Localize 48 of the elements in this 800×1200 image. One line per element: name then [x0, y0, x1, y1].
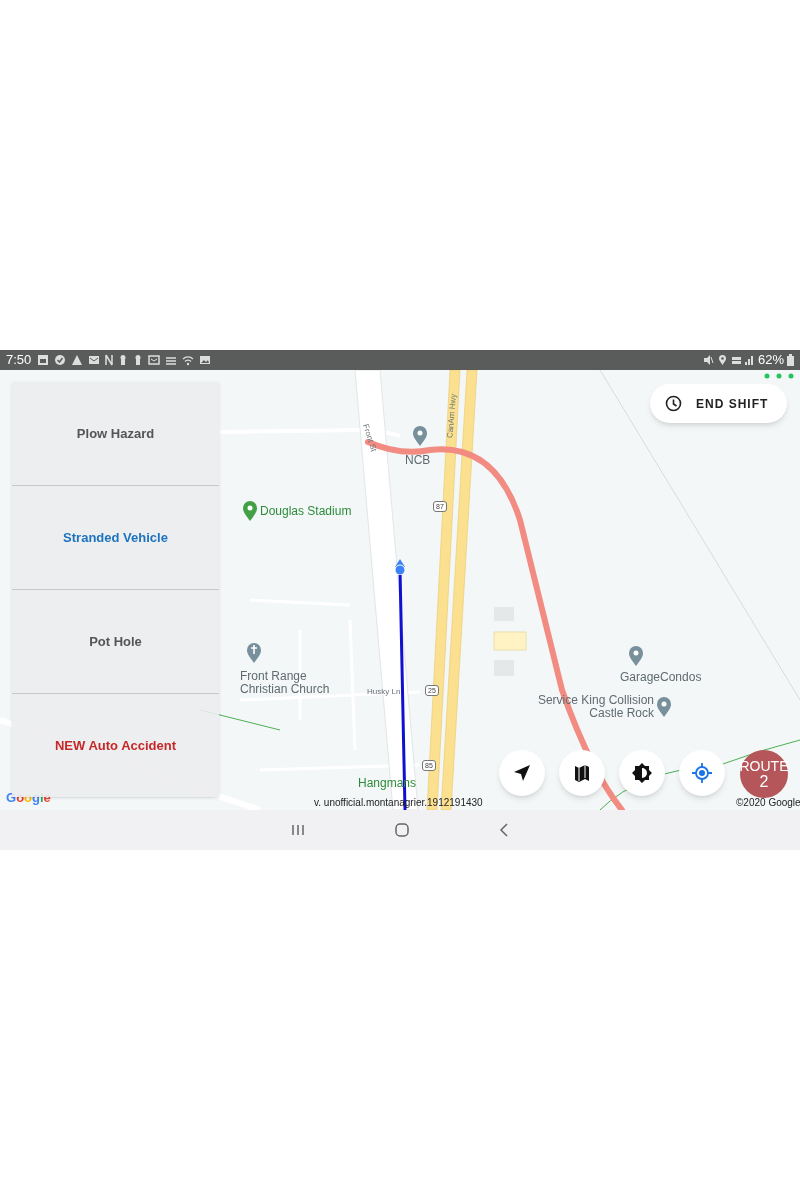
warning-icon — [71, 354, 84, 366]
hazard-button[interactable]: NEW Auto Accident — [12, 693, 219, 797]
pin-icon — [656, 696, 672, 718]
location-pin-icon — [717, 354, 727, 366]
pin-icon — [242, 500, 258, 522]
back-icon[interactable] — [499, 823, 509, 837]
wifi-icon — [182, 354, 195, 366]
battery-percent: 62% — [757, 351, 784, 370]
road-label: Front St — [360, 422, 380, 454]
battery-icon — [787, 354, 794, 366]
my-location-icon — [692, 763, 712, 783]
recent-apps-icon[interactable] — [291, 824, 305, 836]
route-button[interactable]: ROUTE 2 — [740, 750, 788, 798]
hazard-button[interactable]: Stranded Vehicle — [12, 485, 219, 589]
map-copyright: ©2020 Google — [736, 797, 800, 808]
hazard-button[interactable]: Pot Hole — [12, 589, 219, 693]
brightness-icon — [632, 763, 652, 783]
clock-icon — [665, 395, 682, 412]
map-place-label: NCB — [405, 454, 431, 467]
road-label: Husky Ln — [367, 686, 401, 698]
hazard-button[interactable]: Plow Hazard — [12, 382, 219, 485]
check-circle-icon — [54, 354, 67, 366]
home-icon[interactable] — [395, 823, 409, 837]
brightness-button[interactable] — [619, 750, 665, 796]
clock-time: 7:50 — [6, 351, 32, 370]
menu-dots-icon[interactable] — [764, 373, 794, 379]
mail-icon — [88, 354, 101, 366]
image-message-icon — [148, 354, 161, 366]
pin-icon — [628, 645, 644, 667]
map-icon — [574, 764, 590, 782]
mute-icon — [702, 354, 714, 366]
map-place-label: GarageCondos — [620, 671, 702, 684]
buildings-drawing — [493, 607, 527, 676]
navigation-arrow-button[interactable] — [499, 750, 545, 796]
map-button[interactable] — [559, 750, 605, 796]
picture-icon — [199, 354, 212, 366]
road-label: CanAm Hwy — [444, 393, 460, 439]
calendar-icon — [37, 354, 50, 366]
pin-icon — [412, 425, 428, 447]
location-marker-icon — [394, 559, 406, 575]
end-shift-button[interactable]: END SHIFT — [650, 384, 787, 423]
my-location-button[interactable] — [679, 750, 725, 796]
notification-icon — [105, 354, 114, 366]
cell-signal-icon — [730, 354, 755, 366]
map-place-label: Front Range Christian Church — [240, 670, 331, 696]
map-place-label: Douglas Stadium — [260, 505, 352, 518]
church-pin-icon — [246, 642, 262, 664]
navigation-arrow-icon — [513, 764, 531, 782]
